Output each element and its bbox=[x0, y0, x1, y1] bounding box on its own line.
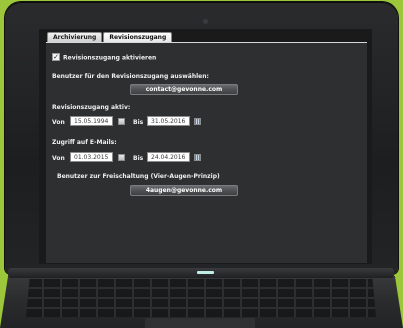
tab-revisionszugang[interactable]: Revisionszugang bbox=[103, 32, 173, 42]
keyboard-rows bbox=[26, 279, 376, 317]
enable-revision-label: Revisionszugang aktivieren bbox=[63, 54, 157, 62]
calendar-icon[interactable] bbox=[194, 118, 201, 125]
tab-bar: Archivierung Revisionszugang bbox=[47, 32, 173, 42]
calendar-icon[interactable] bbox=[118, 154, 125, 161]
laptop-screen: Archivierung Revisionszugang ✓ Revisionsz… bbox=[39, 29, 372, 264]
calendar-icon[interactable] bbox=[194, 154, 201, 161]
email-to-label: Bis bbox=[133, 155, 144, 162]
webcam bbox=[203, 19, 208, 24]
laptop-scene: Archivierung Revisionszugang ✓ Revisionsz… bbox=[0, 0, 403, 328]
check-icon[interactable]: ✓ bbox=[52, 53, 60, 61]
email-from-input[interactable]: 01.03.2015 bbox=[70, 152, 113, 162]
access-to-input[interactable]: 31.05.2016 bbox=[147, 116, 190, 126]
tab-archivierung[interactable]: Archivierung bbox=[47, 32, 103, 42]
access-from-input[interactable]: 15.05.1994 bbox=[70, 116, 113, 126]
access-from-label: Von bbox=[52, 119, 65, 126]
approval-heading: Benutzer zur Freischaltung (Vier-Augen-P… bbox=[57, 173, 220, 180]
approval-user-button[interactable]: 4augen@gevonne.com bbox=[130, 185, 238, 196]
email-access-heading: Zugriff auf E-Mails: bbox=[52, 139, 117, 146]
user-select-heading: Benutzer für den Revisionszugang auswähl… bbox=[52, 73, 209, 80]
access-to-label: Bis bbox=[133, 119, 144, 126]
email-to-input[interactable]: 24.04.2016 bbox=[147, 152, 190, 162]
settings-window: Archivierung Revisionszugang ✓ Revisionsz… bbox=[39, 29, 372, 264]
power-led bbox=[197, 271, 214, 274]
enable-revision-row[interactable]: ✓ Revisionszugang aktivieren bbox=[52, 53, 157, 62]
calendar-icon[interactable] bbox=[118, 118, 125, 125]
select-user-button[interactable]: contact@gevonne.com bbox=[130, 84, 238, 95]
access-active-heading: Revisionszugang aktiv: bbox=[52, 104, 131, 111]
revision-panel: ✓ Revisionszugang aktivieren Benutzer für… bbox=[46, 42, 367, 263]
touchpad bbox=[145, 318, 255, 328]
email-from-label: Von bbox=[52, 155, 65, 162]
